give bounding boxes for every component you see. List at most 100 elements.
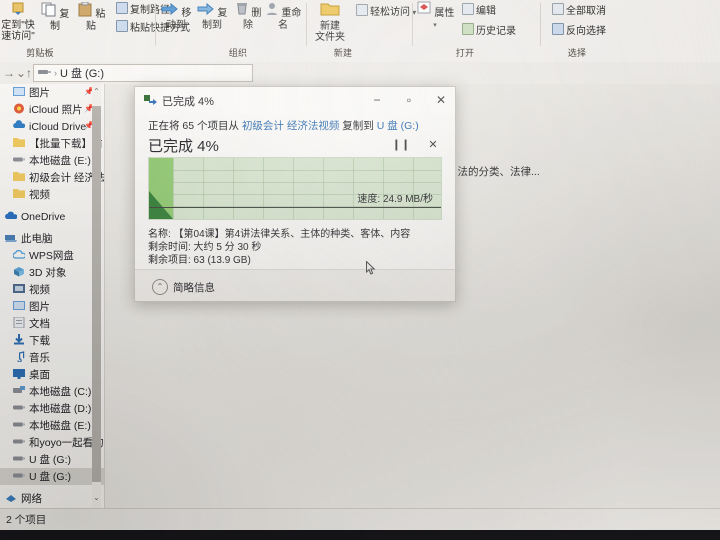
minimize-button[interactable]: −: [361, 87, 393, 113]
sidebar-item-9[interactable]: WPS网盘: [0, 247, 104, 264]
select-none-button[interactable]: 全部取消: [552, 2, 606, 17]
sidebar-item-22[interactable]: U 盘 (G:): [0, 468, 104, 485]
sidebar-item-20[interactable]: 和yoyo一起看的: [0, 434, 104, 451]
speed-label: 速度: 24.9 MB/秒: [357, 194, 433, 205]
history-icon: [462, 23, 474, 35]
cancel-transfer-button[interactable]: ✕: [422, 136, 444, 154]
mouse-cursor: [366, 260, 377, 276]
sidebar-item-21[interactable]: U 盘 (G:): [0, 451, 104, 468]
sidebar-scrollbar-thumb[interactable]: [92, 106, 101, 482]
sidebar-item-label: 音乐: [29, 352, 50, 364]
address-bar: → ⌄ ↑ › U 盘 (G:): [0, 62, 720, 84]
sidebar-item-5[interactable]: 初级会计 经济法: [0, 169, 104, 186]
sidebar-item-17[interactable]: 本地磁盘 (C:): [0, 383, 104, 400]
copy-to-icon: [197, 2, 215, 19]
close-button[interactable]: ✕: [425, 87, 455, 113]
source-folder-1[interactable]: 初级会计: [242, 120, 284, 132]
this-pc-icon: [4, 232, 18, 246]
recent-locations-button[interactable]: ⌄: [16, 66, 26, 80]
less-details-label[interactable]: 简略信息: [173, 280, 215, 295]
sidebar-item-11[interactable]: 视频: [0, 281, 104, 298]
icloud-photos-icon: [12, 103, 26, 117]
destination-name[interactable]: U 盘: [377, 120, 398, 132]
sidebar-scroll-down-button[interactable]: ⌄: [92, 492, 101, 503]
easy-access-button[interactable]: 轻松访问 ▾: [356, 3, 416, 18]
sidebar-item-6[interactable]: 视频: [0, 186, 104, 203]
pin-label-line2: 速访问": [1, 31, 35, 42]
paste-button[interactable]: 粘贴: [72, 1, 110, 32]
sidebar-item-label: 本地磁盘 (C:): [29, 386, 92, 398]
pin-to-quick-access-button[interactable]: 定到"快 速访问": [0, 2, 38, 42]
sidebar-item-label: U 盘 (G:): [29, 471, 71, 483]
sidebar-item-8[interactable]: 此电脑: [0, 230, 104, 247]
sidebar-item-1[interactable]: iCloud 照片 📌: [0, 101, 104, 118]
new-folder-button[interactable]: 新建 文件夹: [308, 2, 352, 43]
move-to-button[interactable]: 移动到: [158, 2, 194, 31]
taskbar: [0, 530, 720, 540]
copy-to-button[interactable]: 复制到: [194, 2, 230, 31]
dialog-footer[interactable]: ⌃ 简略信息: [135, 269, 455, 301]
sidebar-item-12[interactable]: 图片: [0, 298, 104, 315]
history-label: 历史记录: [476, 26, 516, 37]
sidebar-item-label: iCloud 照片: [29, 104, 83, 116]
dialog-title-bar[interactable]: 已完成 4% − ▫ ✕: [135, 87, 455, 114]
navigation-pane[interactable]: 图片 📌 iCloud 照片 📌 iCloud Drive 📌 【批量下载】前 本地磁盘 (E…: [0, 84, 104, 508]
edit-icon: [462, 3, 474, 15]
edit-label: 编辑: [476, 6, 496, 17]
status-item-count: 2 个项目: [6, 514, 47, 526]
drive-icon: [12, 453, 26, 467]
address-input[interactable]: › U 盘 (G:): [33, 64, 253, 82]
sidebar-item-7[interactable]: OneDrive: [0, 208, 104, 225]
maximize-button[interactable]: ▫: [393, 87, 425, 113]
downloads-icon: [12, 333, 26, 348]
delete-button[interactable]: 删除: [232, 2, 264, 31]
sidebar-item-label: 视频: [29, 284, 50, 296]
sidebar-item-16[interactable]: 桌面: [0, 366, 104, 383]
rename-button[interactable]: 重命名: [264, 2, 302, 31]
sidebar-item-15[interactable]: 音乐: [0, 349, 104, 366]
history-button[interactable]: 历史记录: [462, 22, 516, 37]
documents-icon: [12, 316, 26, 331]
source-folder-2[interactable]: 经济法视频: [287, 120, 340, 132]
up-button[interactable]: ↑: [26, 66, 32, 80]
icloud-drive-icon: [12, 119, 26, 134]
drive-icon: [12, 436, 26, 450]
sidebar-item-label: 此电脑: [21, 233, 53, 245]
sidebar-item-label: 本地磁盘 (D:): [29, 403, 92, 415]
pause-button[interactable]: ❙❙: [390, 136, 412, 154]
ribbon-group-caption-new: 新建: [333, 48, 353, 58]
copy-to-word: 复制到: [342, 120, 374, 132]
sidebar-item-23[interactable]: 网络: [0, 490, 104, 507]
sidebar-item-0[interactable]: 图片 📌: [0, 84, 104, 101]
rename-icon: [265, 2, 279, 19]
destination-drive[interactable]: (G:): [401, 120, 419, 132]
pictures-icon: [12, 300, 26, 314]
ribbon-divider-4: [540, 3, 541, 46]
sidebar-item-label: 下载: [29, 335, 50, 347]
properties-button[interactable]: 属性 ▾: [414, 1, 456, 31]
drive-icon: [12, 419, 26, 433]
sidebar-item-18[interactable]: 本地磁盘 (D:): [0, 400, 104, 417]
forward-button[interactable]: →: [3, 66, 15, 80]
sidebar-item-label: WPS网盘: [29, 250, 74, 262]
copy-summary-line: 正在将 65 个项目从 初级会计 经济法视频 复制到 U 盘 (G:): [148, 118, 419, 133]
sidebar-item-2[interactable]: iCloud Drive 📌: [0, 118, 104, 135]
copy-progress-dialog[interactable]: 已完成 4% − ▫ ✕ 正在将 65 个项目从 初级会计 经济法视频 复制到 …: [134, 86, 456, 302]
sidebar-divider: [104, 84, 105, 508]
sidebar-item-3[interactable]: 【批量下载】前: [0, 135, 104, 152]
sidebar-item-4[interactable]: 本地磁盘 (E:): [0, 152, 104, 169]
chevron-up-icon[interactable]: ⌃: [152, 279, 168, 295]
sidebar-item-label: iCloud Drive: [29, 120, 87, 133]
copy-button[interactable]: 复制: [36, 2, 74, 32]
wps-cloud-icon: [12, 249, 27, 263]
sidebar-item-10[interactable]: 3D 对象: [0, 264, 104, 281]
invert-selection-button[interactable]: 反向选择: [552, 22, 606, 37]
new-folder-label-line1: 新建: [320, 21, 340, 32]
sidebar-item-13[interactable]: 文档: [0, 315, 104, 332]
drive-icon: [12, 470, 26, 484]
sidebar-item-14[interactable]: 下载: [0, 332, 104, 349]
sidebar-scroll-up-button[interactable]: ⌃: [92, 86, 101, 97]
select-none-label: 全部取消: [566, 6, 606, 17]
sidebar-item-19[interactable]: 本地磁盘 (E:): [0, 417, 104, 434]
edit-button[interactable]: 编辑: [462, 2, 496, 17]
